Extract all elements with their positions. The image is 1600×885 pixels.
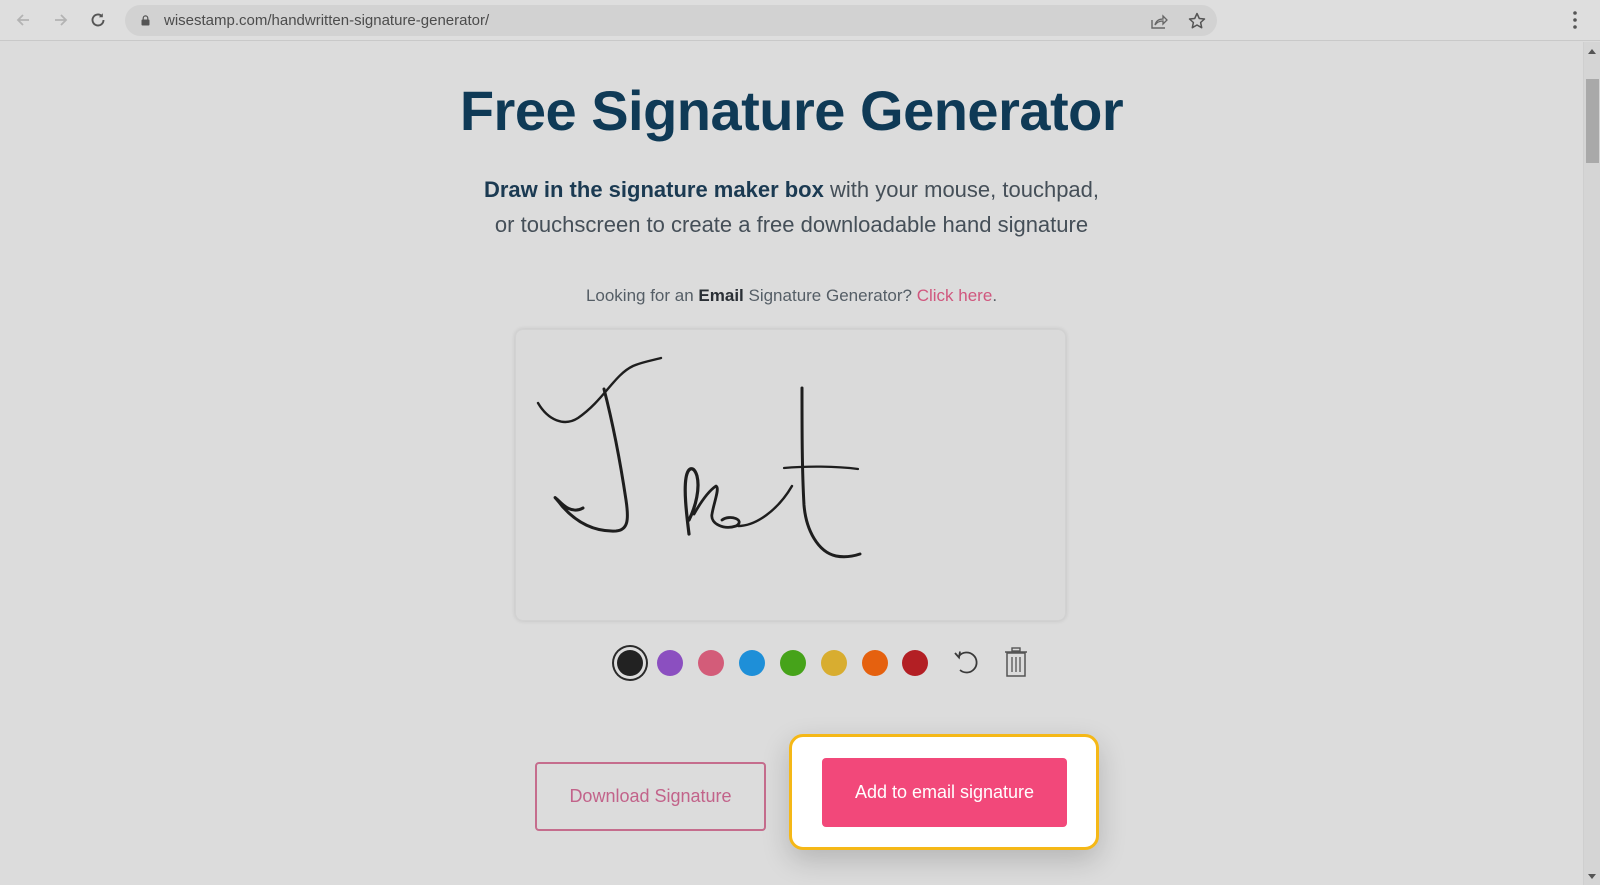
reload-button[interactable] bbox=[86, 8, 110, 32]
signature-stroke-e bbox=[683, 467, 700, 536]
arrow-left-icon bbox=[16, 14, 29, 26]
undo-icon bbox=[954, 651, 978, 674]
prompt-bold: Email bbox=[698, 286, 744, 305]
lock-icon bbox=[141, 15, 150, 26]
url-text[interactable]: wisestamp.com/handwritten-signature-gene… bbox=[164, 12, 489, 29]
page-subtitle: Draw in the signature maker box with you… bbox=[0, 172, 1583, 242]
forward-button[interactable] bbox=[49, 8, 73, 32]
browser-toolbar: wisestamp.com/handwritten-signature-gene… bbox=[0, 0, 1600, 41]
star-icon[interactable] bbox=[1187, 11, 1207, 31]
signature-canvas[interactable] bbox=[515, 329, 1066, 621]
download-signature-button[interactable]: Download Signature bbox=[535, 762, 766, 831]
prompt-prefix: Looking for an bbox=[585, 286, 699, 305]
prompt-middle: Signature Generator? bbox=[743, 286, 917, 305]
scroll-down-arrow[interactable] bbox=[1588, 874, 1596, 879]
color-swatch-black[interactable] bbox=[617, 650, 643, 676]
scroll-up-arrow[interactable] bbox=[1588, 49, 1596, 54]
signature-stroke-t-cross bbox=[782, 465, 860, 471]
signature-stroke-t-stem bbox=[800, 386, 862, 559]
click-here-link[interactable]: Click here bbox=[917, 286, 993, 305]
color-swatch-purple[interactable] bbox=[657, 650, 683, 676]
reload-icon bbox=[91, 13, 105, 27]
arrow-right-icon bbox=[55, 14, 68, 26]
color-swatch-pink[interactable] bbox=[698, 650, 724, 676]
page-title: Free Signature Generator bbox=[459, 79, 1124, 142]
signature-stroke-t-connector bbox=[736, 484, 794, 528]
scroll-thumb[interactable] bbox=[1586, 79, 1599, 163]
color-swatch-orange[interactable] bbox=[862, 650, 888, 676]
color-swatch-green[interactable] bbox=[780, 650, 806, 676]
subtitle-line1-rest: with your mouse, touchpad, bbox=[823, 177, 1100, 202]
signature-stroke-s bbox=[692, 484, 741, 529]
add-to-email-signature-button[interactable]: Add to email signature bbox=[822, 758, 1067, 827]
email-generator-prompt: Looking for an Email Signature Generator… bbox=[0, 286, 1583, 306]
signature-stroke-j-stem bbox=[553, 387, 629, 533]
vertical-scrollbar[interactable] bbox=[1583, 42, 1600, 885]
undo-button[interactable] bbox=[951, 646, 981, 678]
prompt-suffix: . bbox=[992, 286, 998, 305]
signature-drawing bbox=[536, 356, 862, 559]
signature-stroke-j-top bbox=[536, 356, 663, 424]
color-swatch-yellow[interactable] bbox=[821, 650, 847, 676]
subtitle-line2: or touchscreen to create a free download… bbox=[494, 212, 1089, 237]
subtitle-emphasis: Draw in the signature maker box bbox=[483, 177, 824, 202]
color-swatch-red[interactable] bbox=[902, 650, 928, 676]
color-swatch-blue[interactable] bbox=[739, 650, 765, 676]
share-icon[interactable] bbox=[1149, 11, 1169, 31]
kebab-menu-icon[interactable] bbox=[1572, 10, 1578, 30]
clear-button[interactable] bbox=[1001, 646, 1031, 678]
address-bar[interactable]: wisestamp.com/handwritten-signature-gene… bbox=[125, 5, 1217, 36]
trash-icon bbox=[1005, 647, 1027, 677]
back-button[interactable] bbox=[11, 8, 35, 32]
